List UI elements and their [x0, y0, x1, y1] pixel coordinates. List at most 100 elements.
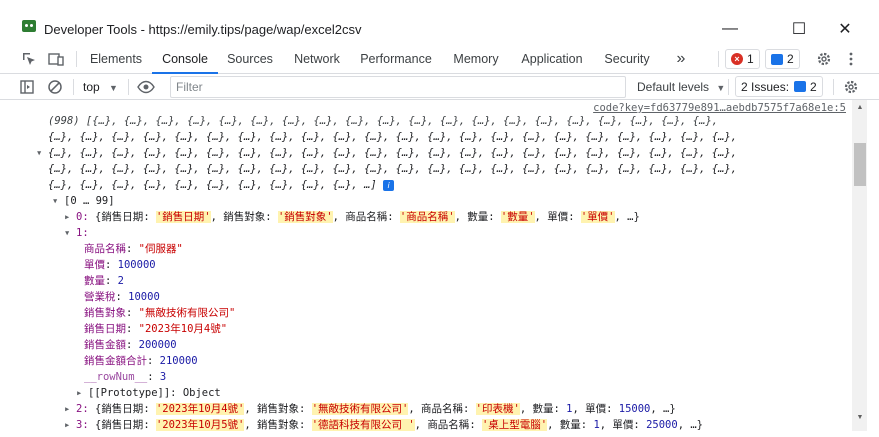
scroll-up-arrow-icon[interactable]: ▲ — [855, 104, 865, 114]
tab-console[interactable]: Console — [152, 44, 218, 74]
property-key: 銷售日期 — [84, 323, 126, 335]
error-counter-button[interactable]: × 1 — [725, 49, 760, 69]
property-key: 數量 — [84, 275, 105, 287]
tab-performance[interactable]: Performance — [356, 44, 436, 74]
object-row-3[interactable]: ▸ 3: {銷售日期: '2023年10月5號', 銷售對象: '德語科技有限公司… — [64, 417, 703, 431]
property-separator: : — [105, 275, 118, 287]
property-value: 10000 — [128, 291, 160, 303]
array-range-group[interactable]: ▾ [0 … 99] — [52, 193, 115, 209]
scroll-down-arrow-icon[interactable]: ▼ — [855, 414, 865, 424]
property-row: 銷售金額: 200000 — [84, 337, 177, 353]
clear-console-icon[interactable] — [46, 78, 64, 96]
toolbar-divider — [128, 79, 129, 95]
tab-elements[interactable]: Elements — [84, 44, 148, 74]
object-row-2[interactable]: ▸ 2: {銷售日期: '2023年10月4號', 銷售對象: '無敵技術有限公司… — [64, 401, 676, 417]
property-key: 銷售金額 — [84, 339, 126, 351]
context-label: top — [83, 80, 100, 94]
property-separator: : — [105, 259, 118, 271]
property-value: "2023年10月4號" — [138, 323, 228, 335]
live-expression-eye-icon[interactable] — [137, 78, 155, 96]
window-title: Developer Tools - https://emily.tips/pag… — [44, 22, 362, 37]
array-summary-line: {…}, {…}, {…}, {…}, {…}, {…}, {…}, {…}, … — [48, 177, 395, 193]
error-icon: × — [731, 53, 743, 65]
sidebar-toggle-icon[interactable] — [18, 78, 36, 96]
expand-triangle-icon: ▸ — [64, 419, 71, 431]
property-value: 100000 — [117, 259, 156, 271]
property-value: 2 — [117, 275, 124, 287]
toolbar-divider — [728, 79, 729, 95]
expand-triangle-icon: ▸ — [64, 211, 71, 223]
device-toolbar-icon[interactable] — [47, 50, 65, 68]
devtools-app-icon — [22, 20, 36, 32]
property-value: "無敵技術有限公司" — [138, 307, 236, 319]
toolbar-divider — [833, 79, 834, 95]
collapse-triangle-icon: ▾ — [52, 195, 59, 207]
object-row-0[interactable]: ▸ 0: {銷售日期: '銷售日期', 銷售對象: '銷售對象', 商品名稱: '… — [64, 209, 640, 225]
property-value: "伺服器" — [138, 243, 183, 255]
console-settings-gear-icon[interactable] — [842, 78, 860, 96]
error-count: 1 — [747, 52, 754, 66]
property-key: 單價 — [84, 259, 105, 271]
log-levels-dropdown[interactable]: Default levels ▼ — [637, 80, 725, 94]
property-row: __rowNum__: 3 — [84, 369, 166, 385]
property-separator: : — [126, 243, 139, 255]
scrollbar-thumb[interactable] — [854, 143, 866, 186]
console-filterbar: top ▼ Filter Default levels ▼ 2 Issues: … — [0, 74, 879, 100]
property-value: 210000 — [159, 355, 198, 367]
expand-triangle-icon: ▸ — [64, 403, 71, 415]
toolbar-divider — [76, 51, 77, 67]
close-button[interactable]: ✕ — [822, 14, 868, 44]
issues-button[interactable]: 2 Issues: 2 — [735, 76, 823, 97]
info-icon[interactable]: i — [383, 179, 395, 191]
collapse-triangle-icon: ▾ — [64, 227, 71, 239]
object-row-1[interactable]: ▾ 1: — [64, 225, 89, 241]
property-row: 營業稅: 10000 — [84, 289, 160, 305]
message-counter-button[interactable]: 2 — [765, 49, 800, 69]
property-row: 商品名稱: "伺服器" — [84, 241, 183, 257]
property-value: 200000 — [138, 339, 177, 351]
more-tabs-button[interactable]: » — [668, 44, 694, 74]
array-summary-line: ▾ {…}, {…}, {…}, {…}, {…}, {…}, {…}, {…},… — [36, 145, 738, 161]
property-key: 銷售對象 — [84, 307, 126, 319]
prototype-row[interactable]: ▸ [[Prototype]]: Object — [76, 385, 221, 401]
minimize-button[interactable]: — — [707, 14, 753, 44]
chevron-down-icon: ▼ — [716, 83, 726, 93]
array-summary-line: {…}, {…}, {…}, {…}, {…}, {…}, {…}, {…}, … — [48, 163, 738, 175]
property-row: 數量: 2 — [84, 273, 124, 289]
devtools-toolbar: Elements Console Sources Network Perform… — [0, 44, 879, 74]
settings-gear-icon[interactable] — [815, 50, 833, 68]
property-key: 商品名稱 — [84, 243, 126, 255]
property-separator: : — [147, 355, 160, 367]
message-count: 2 — [787, 52, 794, 66]
array-summary-line[interactable]: (998) [{…}, {…}, {…}, {…}, {…}, {…}, {…}… — [48, 113, 718, 129]
filter-input[interactable]: Filter — [170, 76, 626, 98]
tab-security[interactable]: Security — [598, 44, 656, 74]
array-summary-line: {…}, {…}, {…}, {…}, {…}, {…}, {…}, {…}, … — [48, 131, 738, 143]
property-key: 營業稅 — [84, 291, 116, 303]
property-row: 銷售對象: "無敵技術有限公司" — [84, 305, 235, 321]
array-preview: [{…}, {…}, {…}, {…}, {…}, {…}, {…}, {…},… — [79, 115, 719, 127]
issues-count: 2 — [810, 79, 817, 94]
context-selector[interactable]: top ▼ — [83, 80, 118, 94]
chevron-down-icon: ▼ — [109, 83, 118, 93]
property-separator: : — [115, 291, 129, 303]
toolbar-divider — [718, 51, 719, 67]
inspect-element-icon[interactable] — [20, 50, 38, 68]
tab-application[interactable]: Application — [514, 44, 590, 74]
more-options-icon[interactable] — [842, 50, 860, 68]
maximize-button[interactable]: ☐ — [776, 14, 822, 44]
property-row: 銷售金額合計: 210000 — [84, 353, 198, 369]
expand-triangle-icon: ▸ — [76, 387, 83, 399]
window-titlebar: Developer Tools - https://emily.tips/pag… — [0, 0, 879, 44]
issues-label: 2 Issues: — [741, 79, 790, 94]
property-separator: : — [126, 339, 139, 351]
tab-network[interactable]: Network — [286, 44, 348, 74]
log-levels-label: Default levels — [637, 80, 710, 94]
collapse-triangle-icon[interactable]: ▾ — [36, 145, 48, 161]
message-icon — [771, 53, 783, 65]
toolbar-divider — [73, 79, 74, 95]
issues-icon — [794, 81, 807, 92]
tab-memory[interactable]: Memory — [446, 44, 506, 74]
tab-sources[interactable]: Sources — [222, 44, 278, 74]
property-separator: : — [126, 323, 139, 335]
